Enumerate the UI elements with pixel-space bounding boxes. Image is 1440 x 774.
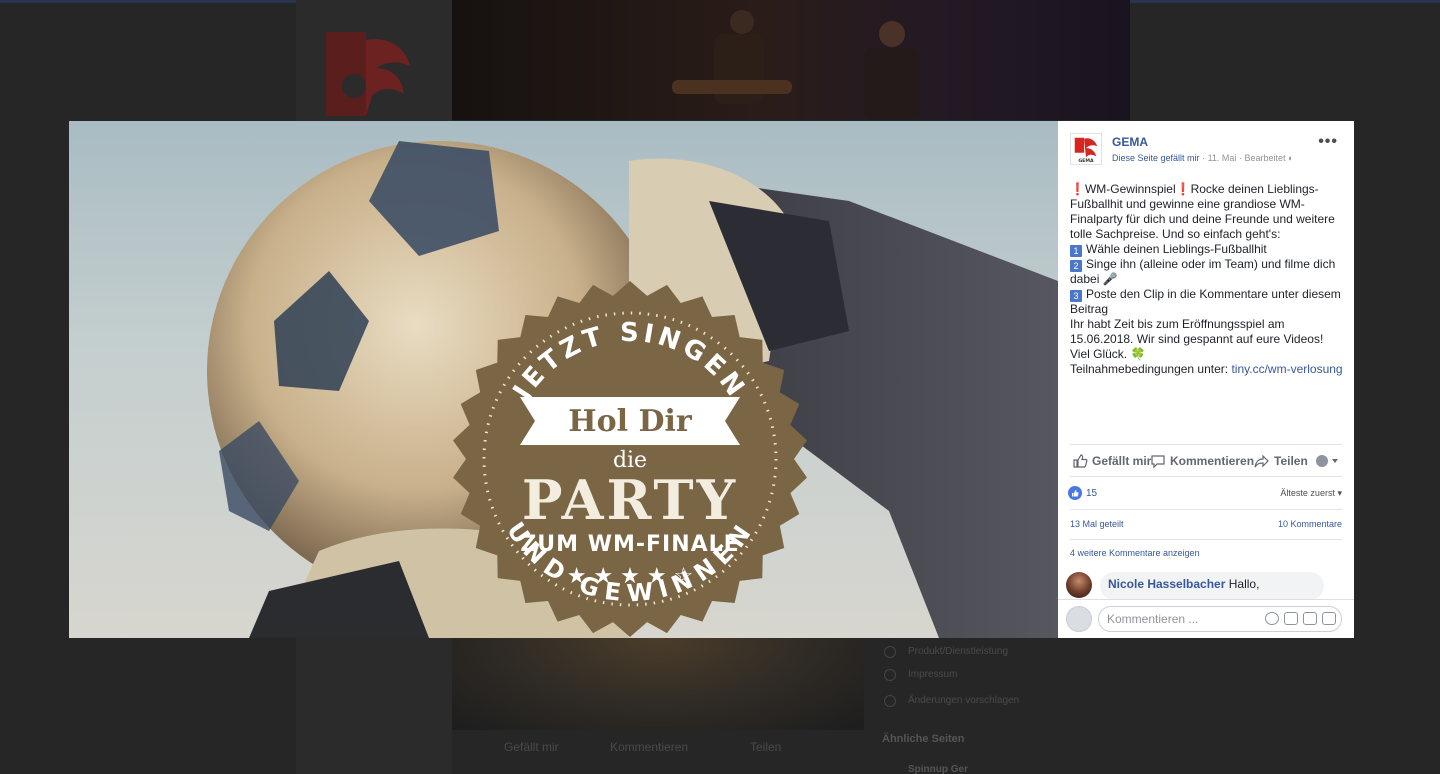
goalkeeper-ball-image: JETZT SINGEN UND GEWINNEN Hol Dir die PA… — [207, 141, 1058, 638]
post-intro-title: WM-Gewinnspiel — [1084, 182, 1176, 196]
sidebar-link-product[interactable]: Produkt/Dienstleistung — [908, 646, 1008, 657]
shares-count[interactable]: 13 Mal geteilt — [1070, 519, 1124, 529]
comment-bubble: Nicole Hasselbacher Hallo, — [1100, 572, 1324, 600]
similar-pages-title: Ähnliche Seiten — [882, 733, 965, 745]
post-step-text: Singe ihn (alleine oder im Team) und fil… — [1070, 257, 1336, 286]
svg-text:GEMA: GEMA — [1078, 158, 1094, 164]
lightbox-photo[interactable]: JETZT SINGEN UND GEWINNEN Hol Dir die PA… — [69, 121, 1058, 638]
post-step: 2 Singe ihn (alleine oder im Team) und fi… — [1070, 257, 1346, 287]
divider — [1070, 476, 1342, 477]
comment-button[interactable]: Kommentieren — [1150, 453, 1254, 469]
divider — [1070, 444, 1342, 445]
badge-stars: ★ ★ ★ ★ ☆ — [567, 564, 694, 589]
divider — [1070, 509, 1342, 510]
comments-count[interactable]: 10 Kommentare — [1278, 519, 1342, 529]
post-text: ❗WM-Gewinnspiel❗Rocke deinen Lieblings-F… — [1070, 182, 1346, 377]
comment-label: Kommentieren — [1170, 454, 1255, 468]
more-options-button[interactable]: ••• — [1318, 133, 1338, 151]
product-icon — [884, 646, 896, 658]
comment-author[interactable]: Nicole Hasselbacher — [1108, 577, 1225, 591]
post-terms: Teilnahmebedingungen unter: tiny.cc/wm-v… — [1070, 362, 1346, 377]
like-button[interactable]: Gefällt mir — [1072, 453, 1151, 469]
camera-icon[interactable] — [1284, 612, 1298, 625]
show-more-comments-link[interactable]: 4 weitere Kommentare anzeigen — [1070, 548, 1200, 558]
badge-line4: ZUM WM-FINALE — [520, 532, 739, 557]
feed-action-bar: Gefällt mir Kommentieren Teilen — [452, 730, 864, 774]
post-date[interactable]: 11. Mai — [1208, 153, 1237, 163]
keycap-3-icon: 3 — [1070, 290, 1082, 302]
background-right-column: Produkt/Dienstleistung Impressum Änderun… — [876, 638, 1128, 774]
post-meta: Diese Seite gefällt mir · 11. Mai · Bear… — [1112, 153, 1294, 163]
feed-post-image — [452, 638, 864, 730]
feed-like-button[interactable]: Gefällt mir — [504, 740, 559, 754]
terms-link[interactable]: tiny.cc/wm-verlosung — [1231, 362, 1342, 376]
user-avatar — [1066, 606, 1092, 632]
feed-comment-button[interactable]: Kommentieren — [610, 740, 688, 754]
comment-composer: Kommentieren ... — [1058, 599, 1354, 638]
info-icon — [884, 669, 896, 681]
commenter-avatar[interactable] — [1066, 572, 1092, 598]
share-button[interactable]: Teilen — [1254, 453, 1308, 469]
sticker-icon[interactable] — [1322, 612, 1336, 625]
liked-status[interactable]: Diese Seite gefällt mir — [1112, 153, 1200, 163]
exclamation-icon: ❗ — [1175, 182, 1191, 196]
like-label: Gefällt mir — [1092, 454, 1152, 468]
share-label: Teilen — [1274, 454, 1308, 468]
globe-icon: ◐ — [1287, 153, 1294, 163]
divider — [1070, 539, 1342, 540]
page-name[interactable]: GEMA — [1112, 135, 1148, 149]
post-deadline: Ihr habt Zeit bis zum Eröffnungsspiel am… — [1070, 317, 1324, 346]
composer-icons — [1265, 612, 1336, 625]
audience-selector[interactable] — [1314, 453, 1340, 469]
keycap-1-icon: 1 — [1070, 245, 1082, 257]
badge-line1: Hol Dir — [568, 404, 693, 439]
sidebar-link-suggest-edits[interactable]: Änderungen vorschlagen — [908, 695, 1019, 706]
post-intro: ❗WM-Gewinnspiel❗Rocke deinen Lieblings-F… — [1070, 182, 1346, 242]
post-step-text: Poste den Clip in die Kommentare unter d… — [1070, 287, 1341, 316]
cover-photo — [452, 0, 1130, 120]
post-step: 1 Wähle deinen Lieblings-Fußballhit — [1070, 242, 1346, 257]
comment-icon — [1151, 455, 1165, 469]
post-side-panel: GEMA GEMA Diese Seite gefällt mir · 11. … — [1058, 121, 1354, 638]
gema-avatar[interactable]: GEMA — [1070, 133, 1102, 165]
post-action-bar: Gefällt mir Kommentieren Teilen — [1070, 451, 1342, 473]
cover-performers-image — [672, 10, 920, 120]
profile-chevron-down-icon — [1316, 455, 1338, 467]
comment-sort-dropdown[interactable]: Älteste zuerst ▾ — [1280, 488, 1342, 499]
comment-text: Hallo, — [1228, 577, 1260, 591]
share-icon — [1254, 454, 1269, 468]
gema-logo-background — [326, 32, 410, 116]
thumbs-up-icon — [1073, 454, 1088, 468]
keycap-2-icon: 2 — [1070, 260, 1082, 272]
exclamation-icon: ❗ — [1070, 182, 1085, 196]
post-luck: Viel Glück. 🍀 — [1070, 347, 1146, 361]
likes-count[interactable]: 15 — [1068, 486, 1097, 500]
likes-number: 15 — [1086, 487, 1098, 499]
like-reaction-icon — [1068, 486, 1082, 500]
post-step-text: Wähle deinen Lieblings-Fußballhit — [1086, 242, 1267, 256]
feed-share-button[interactable]: Teilen — [750, 740, 781, 754]
sort-label: Älteste zuerst — [1280, 488, 1335, 498]
terms-label: Teilnahmebedingungen unter: — [1070, 362, 1229, 376]
post-step: 3 Poste den Clip in die Kommentare unter … — [1070, 287, 1346, 317]
emoji-icon[interactable] — [1265, 612, 1279, 625]
edited-label[interactable]: Bearbeitet — [1244, 153, 1285, 163]
badge-line3: PARTY — [522, 468, 738, 532]
similar-page-name[interactable]: Spinnup Ger — [908, 764, 968, 774]
chevron-down-icon: ▾ — [1337, 488, 1342, 498]
edit-icon — [884, 695, 896, 707]
sidebar-link-impressum[interactable]: Impressum — [908, 669, 957, 680]
gif-icon[interactable] — [1303, 612, 1317, 625]
